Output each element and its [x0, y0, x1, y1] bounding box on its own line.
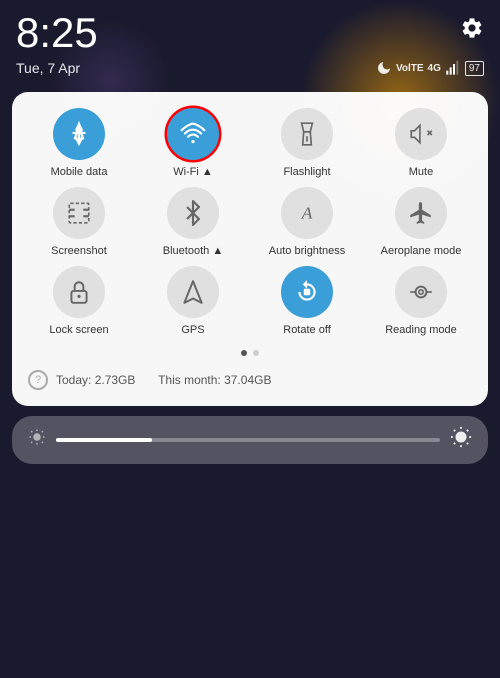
gear-icon[interactable] [460, 16, 484, 40]
tile-mute[interactable]: Mute [366, 108, 476, 179]
rotate-off-icon-bg [281, 266, 333, 318]
aeroplane-icon-bg [395, 187, 447, 239]
mute-svg [408, 121, 434, 147]
tile-flashlight[interactable]: Flashlight [252, 108, 362, 179]
moon-icon [376, 60, 392, 76]
signal-icon [445, 60, 461, 76]
brightness-track[interactable] [56, 438, 440, 442]
tile-auto-brightness-label: Auto brightness [269, 245, 345, 258]
tiles-grid: Mobile data Wi-Fi ▲ [24, 108, 476, 338]
wifi-icon-bg [167, 108, 219, 160]
tile-mute-label: Mute [409, 166, 433, 179]
brightness-low-icon [28, 428, 46, 451]
tile-wifi-label: Wi-Fi ▲ [173, 166, 213, 179]
tile-reading-mode-label: Reading mode [385, 324, 457, 337]
auto-brightness-icon-bg: A [281, 187, 333, 239]
tile-auto-brightness[interactable]: A Auto brightness [252, 187, 362, 258]
tile-gps[interactable]: GPS [138, 266, 248, 337]
tile-aeroplane[interactable]: Aeroplane mode [366, 187, 476, 258]
lock-screen-icon-bg [53, 266, 105, 318]
tile-screenshot-label: Screenshot [51, 245, 107, 258]
flashlight-svg [294, 121, 320, 147]
bluetooth-icon-bg [167, 187, 219, 239]
tile-rotate-off-label: Rotate off [283, 324, 331, 337]
page-dots [24, 350, 476, 356]
gps-svg [180, 279, 206, 305]
data-usage-today: Today: 2.73GB [56, 373, 135, 387]
mobile-data-svg [66, 121, 92, 147]
data-usage-row: ? Today: 2.73GB This month: 37.04GB [24, 366, 476, 394]
screenshot-svg [66, 200, 92, 226]
svg-text:A: A [301, 204, 313, 223]
rotate-off-svg [294, 279, 320, 305]
dot-1 [241, 350, 247, 356]
data-usage-help-icon: ? [28, 370, 48, 390]
auto-brightness-svg: A [294, 200, 320, 226]
battery-icon: 97 [465, 61, 484, 76]
lock-svg [66, 279, 92, 305]
brightness-bar[interactable] [12, 416, 488, 464]
status-right-icons: VolTE 4G 97 [376, 60, 484, 76]
tile-bluetooth-label: Bluetooth ▲ [163, 245, 223, 258]
tile-mobile-data[interactable]: Mobile data [24, 108, 134, 179]
tile-wifi[interactable]: Wi-Fi ▲ [138, 108, 248, 179]
flashlight-icon-bg [281, 108, 333, 160]
tile-lock-screen-label: Lock screen [49, 324, 108, 337]
date-row: Tue, 7 Apr VolTE 4G 97 [0, 58, 500, 84]
tile-mobile-data-label: Mobile data [51, 166, 108, 179]
network-icon: 4G [428, 63, 441, 74]
tile-aeroplane-label: Aeroplane mode [381, 245, 462, 258]
tile-gps-label: GPS [181, 324, 204, 337]
wifi-svg [180, 121, 206, 147]
brightness-high-icon [450, 426, 472, 454]
data-usage-month: This month: 37.04GB [158, 373, 271, 387]
mobile-data-icon-bg [53, 108, 105, 160]
dot-2 [253, 350, 259, 356]
data-usage-separator [143, 373, 150, 387]
volte-icon: VolTE [396, 63, 424, 74]
status-bar: 8:25 [0, 0, 500, 58]
quick-settings-panel: Mobile data Wi-Fi ▲ [12, 92, 488, 406]
brightness-fill [56, 438, 152, 442]
date-display: Tue, 7 Apr [16, 60, 80, 76]
bluetooth-svg [180, 200, 206, 226]
reading-mode-svg [408, 279, 434, 305]
status-icons [460, 16, 484, 40]
tile-flashlight-label: Flashlight [283, 166, 330, 179]
tile-reading-mode[interactable]: Reading mode [366, 266, 476, 337]
tile-screenshot[interactable]: Screenshot [24, 187, 134, 258]
mute-icon-bg [395, 108, 447, 160]
time-display: 8:25 [16, 12, 98, 54]
tile-lock-screen[interactable]: Lock screen [24, 266, 134, 337]
tile-bluetooth[interactable]: Bluetooth ▲ [138, 187, 248, 258]
reading-mode-icon-bg [395, 266, 447, 318]
screenshot-icon-bg [53, 187, 105, 239]
aeroplane-svg [408, 200, 434, 226]
tile-rotate-off[interactable]: Rotate off [252, 266, 362, 337]
gps-icon-bg [167, 266, 219, 318]
